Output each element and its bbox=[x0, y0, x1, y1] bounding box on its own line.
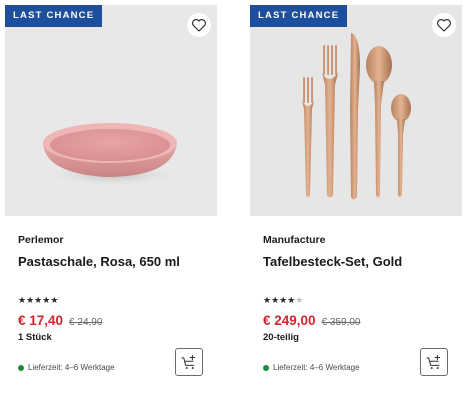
delivery-text: Lieferzeit: 4–6 Werktage bbox=[28, 363, 115, 372]
add-to-cart-button[interactable] bbox=[175, 348, 203, 376]
add-to-cart-icon bbox=[426, 354, 441, 369]
rating-stars: ★★★★★ bbox=[18, 295, 58, 306]
price-row: € 17,40 € 24,90 bbox=[18, 313, 102, 328]
delivery-text: Lieferzeit: 4–6 Werktage bbox=[273, 363, 360, 372]
delivery-info: Lieferzeit: 4–6 Werktage bbox=[18, 363, 115, 372]
wishlist-button[interactable] bbox=[187, 13, 211, 37]
star-empty-icon: ★ bbox=[295, 295, 304, 305]
star-icon: ★ bbox=[26, 295, 35, 305]
last-chance-badge: LAST CHANCE bbox=[250, 5, 348, 27]
add-to-cart-icon bbox=[181, 354, 196, 369]
add-to-cart-button[interactable] bbox=[420, 348, 448, 376]
unit-info: 20-teilig bbox=[263, 332, 299, 343]
rating-stars: ★★★★★ bbox=[263, 295, 303, 306]
star-icon: ★ bbox=[18, 295, 27, 305]
cutlery-set-image bbox=[302, 33, 411, 200]
product-image[interactable]: LAST CHANCE bbox=[5, 5, 217, 216]
price-row: € 249,00 € 359,00 bbox=[263, 313, 361, 328]
product-card[interactable]: LAST CHANCE Perlemor Pastaschale, Rosa, … bbox=[5, 5, 217, 397]
original-price: € 24,90 bbox=[69, 317, 103, 328]
star-icon: ★ bbox=[271, 295, 280, 305]
sale-price: € 17,40 bbox=[18, 313, 64, 328]
product-image[interactable]: LAST CHANCE bbox=[250, 5, 462, 216]
heart-outline-icon bbox=[192, 19, 206, 32]
star-icon: ★ bbox=[263, 295, 272, 305]
availability-dot-icon bbox=[18, 364, 24, 371]
product-title[interactable]: Pastaschale, Rosa, 650 ml bbox=[18, 254, 180, 269]
last-chance-badge: LAST CHANCE bbox=[5, 5, 103, 27]
delivery-info: Lieferzeit: 4–6 Werktage bbox=[263, 363, 360, 372]
heart-outline-icon bbox=[437, 19, 451, 32]
product-brand: Manufacture bbox=[263, 234, 326, 246]
star-icon: ★ bbox=[50, 295, 59, 305]
product-title[interactable]: Tafelbesteck-Set, Gold bbox=[263, 254, 402, 269]
product-brand: Perlemor bbox=[18, 234, 64, 246]
wishlist-button[interactable] bbox=[432, 13, 456, 37]
unit-info: 1 Stück bbox=[18, 332, 52, 343]
original-price: € 359,00 bbox=[321, 317, 361, 328]
pasta-bowl-image bbox=[41, 123, 185, 187]
sale-price: € 249,00 bbox=[263, 313, 316, 328]
availability-dot-icon bbox=[263, 364, 269, 371]
product-card[interactable]: LAST CHANCE Manufacture Tafelbesteck-Set… bbox=[250, 5, 462, 397]
